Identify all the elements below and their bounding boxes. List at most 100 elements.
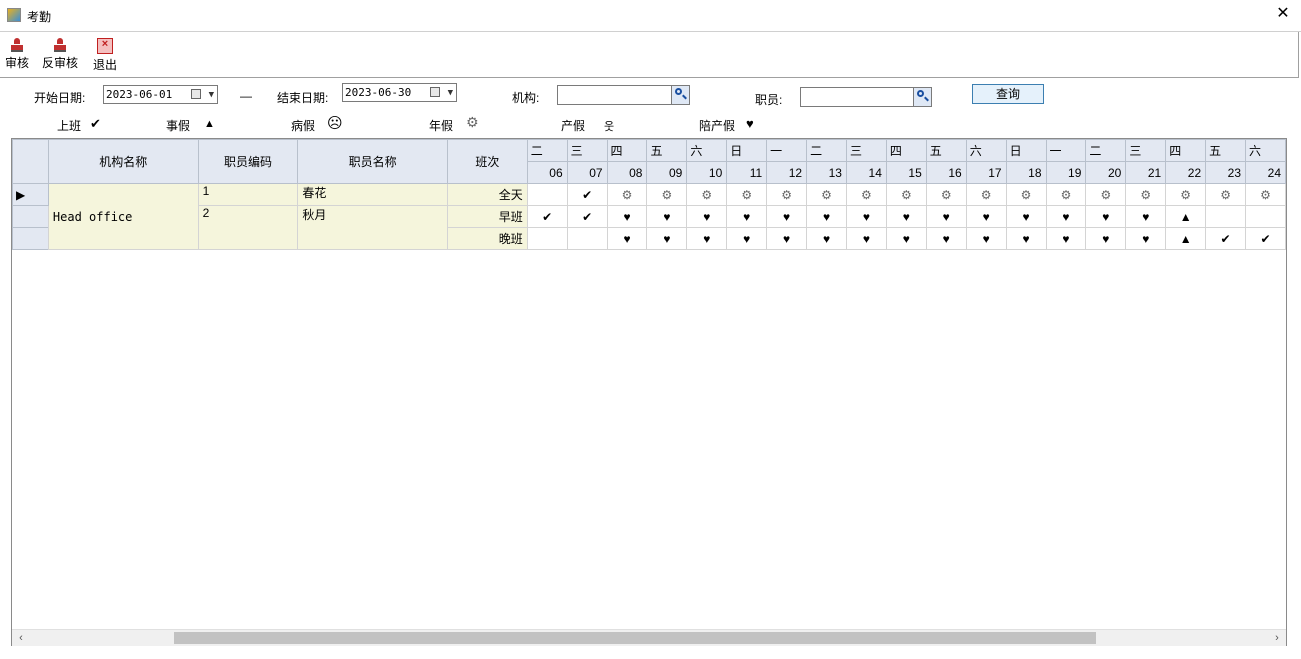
attendance-cell[interactable]: ♥ — [686, 227, 728, 250]
attendance-cell[interactable]: ⚙ — [1165, 183, 1207, 206]
attendance-cell[interactable]: ✔ — [566, 205, 608, 228]
attendance-cell[interactable]: ♥ — [1005, 227, 1047, 250]
attendance-cell[interactable]: ⚙ — [806, 183, 847, 206]
day-header: 17 — [965, 161, 1007, 184]
close-icon[interactable]: ✕ — [1273, 4, 1293, 24]
end-date-picker[interactable]: 2023-06-30 ▼ — [342, 83, 457, 102]
attendance-cell[interactable]: ♥ — [1085, 227, 1127, 250]
attendance-cell[interactable]: ⚙ — [646, 183, 688, 206]
attendance-cell[interactable]: ♥ — [1005, 205, 1047, 228]
weekday-header: 四 — [1165, 139, 1207, 162]
shift-cell[interactable]: 全天 — [446, 183, 528, 206]
chevron-down-icon[interactable]: ▼ — [448, 85, 453, 102]
table-row[interactable]: ▶ Head office 1 春花 全天 ✔ ⚙ ⚙ ⚙ ⚙ ⚙ ⚙ ⚙ ⚙ … — [12, 183, 1286, 250]
row-selector[interactable] — [12, 205, 49, 228]
staff-code-cell[interactable]: 1 — [197, 183, 299, 206]
attendance-cell[interactable]: ♥ — [925, 227, 967, 250]
attendance-cell[interactable]: ♥ — [766, 205, 808, 228]
attendance-cell[interactable] — [526, 183, 568, 206]
search-icon[interactable] — [913, 88, 931, 106]
attendance-cell[interactable]: ⚙ — [1045, 183, 1087, 206]
attendance-cell[interactable]: ⚙ — [845, 183, 887, 206]
attendance-cell[interactable]: ▲ — [1165, 205, 1207, 228]
attendance-cell[interactable]: ♥ — [806, 227, 847, 250]
attendance-cell[interactable]: ♥ — [1085, 205, 1127, 228]
exit-button[interactable]: × 退出 — [93, 38, 117, 73]
chevron-down-icon[interactable]: ▼ — [209, 87, 214, 104]
org-name-cell[interactable]: Head office — [47, 183, 199, 250]
attendance-cell[interactable]: ⚙ — [686, 183, 728, 206]
column-header-org[interactable]: 机构名称 — [47, 139, 199, 184]
attendance-cell[interactable]: ♥ — [806, 205, 847, 228]
horizontal-scrollbar[interactable]: ‹ › — [12, 629, 1286, 646]
attendance-cell[interactable]: ✔ — [1205, 227, 1247, 250]
attendance-cell[interactable]: ♥ — [726, 227, 768, 250]
attendance-cell[interactable]: ♥ — [606, 205, 648, 228]
day-header: 10 — [686, 161, 728, 184]
attendance-grid[interactable]: 机构名称 职员编码 职员名称 班次 二 三 四 五 六 日 一 二 三 四 五 … — [11, 138, 1287, 646]
row-selector[interactable] — [12, 227, 49, 250]
attendance-cell[interactable]: ✔ — [566, 183, 608, 206]
attendance-cell[interactable]: ♥ — [606, 227, 648, 250]
attendance-cell[interactable]: ✔ — [1245, 227, 1286, 250]
attendance-cell[interactable]: ⚙ — [1005, 183, 1047, 206]
staff-name-cell[interactable]: 春花 — [297, 183, 448, 206]
gear-icon: ⚙ — [466, 114, 479, 130]
attendance-cell[interactable]: ⚙ — [1205, 183, 1247, 206]
shift-cell[interactable]: 早班 — [446, 205, 528, 228]
start-date-picker[interactable]: 2023-06-01 ▼ — [103, 85, 218, 104]
attendance-cell[interactable] — [526, 227, 568, 250]
attendance-cell[interactable]: ✔ — [526, 205, 568, 228]
attendance-cell[interactable]: ♥ — [845, 205, 887, 228]
unaudit-label: 反审核 — [42, 56, 79, 70]
shift-cell[interactable]: 晚班 — [446, 227, 528, 250]
attendance-cell[interactable]: ⚙ — [766, 183, 808, 206]
scroll-left-icon[interactable]: ‹ — [14, 630, 28, 646]
attendance-cell[interactable]: ▲ — [1165, 227, 1207, 250]
attendance-cell[interactable]: ♥ — [925, 205, 967, 228]
attendance-cell[interactable] — [566, 227, 608, 250]
column-header-code[interactable]: 职员编码 — [197, 139, 299, 184]
audit-button[interactable]: 审核 — [5, 38, 29, 71]
row-selector[interactable]: ▶ — [12, 183, 49, 206]
column-header-name[interactable]: 职员名称 — [297, 139, 448, 184]
attendance-cell[interactable]: ♥ — [1125, 205, 1167, 228]
attendance-cell[interactable]: ♥ — [646, 205, 688, 228]
attendance-cell[interactable]: ♥ — [686, 205, 728, 228]
attendance-cell[interactable]: ♥ — [885, 227, 927, 250]
attendance-cell[interactable]: ♥ — [646, 227, 688, 250]
weekday-header: 五 — [646, 139, 688, 162]
staff-input[interactable] — [800, 87, 932, 107]
staff-code-cell[interactable]: 2 — [197, 205, 299, 250]
column-header-shift[interactable]: 班次 — [446, 139, 528, 184]
attendance-cell[interactable]: ♥ — [885, 205, 927, 228]
org-input[interactable] — [557, 85, 690, 105]
attendance-cell[interactable]: ♥ — [726, 205, 768, 228]
attendance-cell[interactable]: ♥ — [965, 205, 1007, 228]
attendance-cell[interactable]: ⚙ — [925, 183, 967, 206]
attendance-cell[interactable] — [1205, 205, 1247, 228]
search-icon[interactable] — [671, 86, 689, 104]
weekday-header: 六 — [686, 139, 728, 162]
table-row[interactable]: 2 秋月 早班 ✔ ✔ ♥ ♥ ♥ ♥ ♥ ♥ ♥ ♥ ♥ ♥ ♥ ♥ ♥ ♥ … — [12, 205, 1286, 250]
attendance-cell[interactable]: ♥ — [1125, 227, 1167, 250]
attendance-cell[interactable]: ⚙ — [885, 183, 927, 206]
scrollbar-thumb[interactable] — [174, 632, 1096, 644]
attendance-cell[interactable]: ♥ — [1045, 227, 1087, 250]
scroll-right-icon[interactable]: › — [1270, 630, 1284, 646]
attendance-cell[interactable]: ⚙ — [1245, 183, 1286, 206]
attendance-cell[interactable]: ♥ — [845, 227, 887, 250]
attendance-cell[interactable]: ♥ — [766, 227, 808, 250]
attendance-cell[interactable]: ⚙ — [965, 183, 1007, 206]
attendance-cell[interactable]: ♥ — [965, 227, 1007, 250]
attendance-cell[interactable]: ⚙ — [1125, 183, 1167, 206]
attendance-cell[interactable]: ♥ — [1045, 205, 1087, 228]
query-button[interactable]: 查询 — [972, 84, 1044, 104]
attendance-cell[interactable]: ⚙ — [606, 183, 648, 206]
attendance-cell[interactable] — [1245, 205, 1286, 228]
attendance-cell[interactable]: ⚙ — [1085, 183, 1127, 206]
legend-label-maternity-leave: 产假 — [561, 119, 586, 133]
unaudit-button[interactable]: 反审核 — [42, 38, 78, 71]
staff-name-cell[interactable]: 秋月 — [297, 205, 448, 250]
attendance-cell[interactable]: ⚙ — [726, 183, 768, 206]
